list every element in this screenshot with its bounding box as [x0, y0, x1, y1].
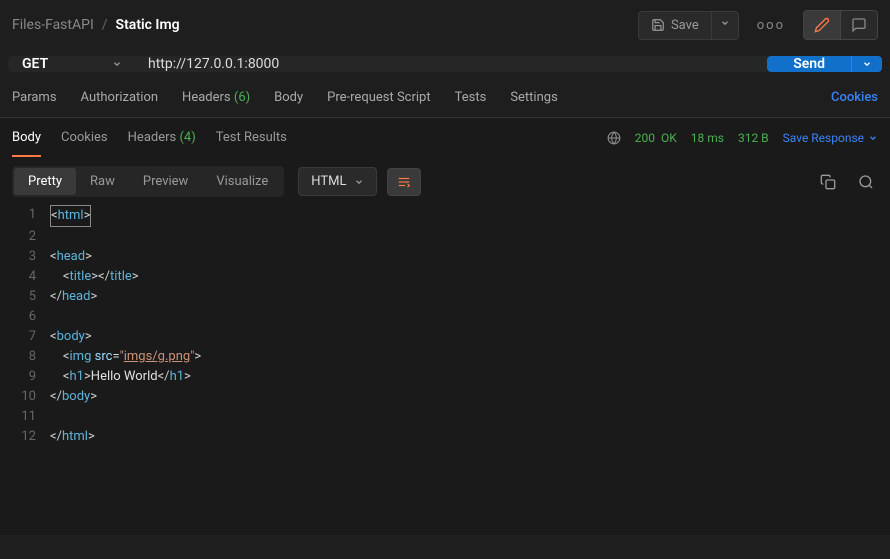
save-label: Save — [671, 18, 699, 33]
code-line: 4 <title></title> — [0, 267, 890, 287]
tab-prerequest[interactable]: Pre-request Script — [327, 90, 430, 105]
tab-body[interactable]: Body — [274, 90, 303, 105]
resp-tab-body[interactable]: Body — [12, 120, 41, 157]
response-time: 18 ms — [691, 131, 724, 145]
copy-button[interactable] — [816, 170, 840, 194]
format-select[interactable]: HTML — [298, 167, 377, 196]
method-value: GET — [22, 56, 48, 72]
tab-settings[interactable]: Settings — [510, 90, 557, 105]
comment-icon — [851, 17, 867, 33]
resp-tab-testresults[interactable]: Test Results — [216, 120, 287, 157]
edit-mode-button[interactable] — [804, 11, 841, 39]
more-button[interactable]: ooo — [747, 12, 795, 39]
http-method-select[interactable]: GET — [8, 56, 136, 72]
save-button[interactable]: Save — [638, 11, 712, 40]
chevron-down-icon — [720, 18, 730, 28]
cookies-link[interactable]: Cookies — [831, 90, 878, 105]
response-body[interactable]: 1<html>23<head>4 <title></title>5</head>… — [0, 205, 890, 535]
code-line: 2 — [0, 227, 890, 247]
save-dropdown[interactable] — [712, 11, 739, 40]
code-line: 6 — [0, 307, 890, 327]
search-button[interactable] — [854, 170, 878, 194]
chevron-down-icon — [868, 133, 878, 143]
chevron-down-icon — [112, 59, 122, 69]
save-response-button[interactable]: Save Response — [783, 131, 878, 145]
code-line: 12</html> — [0, 427, 890, 447]
code-line: 7<body> — [0, 327, 890, 347]
code-line: 11 — [0, 407, 890, 427]
code-line: 10</body> — [0, 387, 890, 407]
view-preview[interactable]: Preview — [129, 168, 202, 195]
breadcrumb-sep: / — [102, 17, 108, 33]
send-dropdown[interactable] — [851, 56, 882, 72]
wrap-lines-button[interactable] — [387, 168, 421, 196]
pencil-icon — [814, 17, 830, 33]
save-icon — [651, 18, 665, 32]
search-icon — [858, 174, 874, 190]
view-raw[interactable]: Raw — [76, 168, 129, 195]
code-line: 3<head> — [0, 247, 890, 267]
view-pretty[interactable]: Pretty — [14, 168, 76, 195]
globe-icon[interactable] — [607, 131, 621, 145]
send-button[interactable]: Send — [767, 56, 851, 72]
code-line: 8 <img src="imgs/g.png"> — [0, 347, 890, 367]
response-size: 312 B — [738, 131, 769, 145]
code-line: 5</head> — [0, 287, 890, 307]
tab-params[interactable]: Params — [12, 90, 57, 105]
wrap-icon — [397, 176, 411, 188]
chevron-down-icon — [862, 59, 872, 69]
status-code: 200 OK — [635, 131, 677, 145]
breadcrumb-collection[interactable]: Files-FastAPI — [12, 17, 94, 33]
copy-icon — [820, 174, 836, 190]
resp-tab-headers[interactable]: Headers (4) — [128, 120, 196, 157]
tab-headers[interactable]: Headers (6) — [182, 90, 250, 105]
url-input[interactable] — [136, 56, 767, 72]
breadcrumb-request[interactable]: Static Img — [116, 17, 180, 33]
resp-tab-cookies[interactable]: Cookies — [61, 120, 108, 157]
tab-authorization[interactable]: Authorization — [81, 90, 159, 105]
code-line: 9 <h1>Hello World</h1> — [0, 367, 890, 387]
chevron-down-icon — [354, 177, 364, 187]
tab-tests[interactable]: Tests — [455, 90, 487, 105]
view-visualize[interactable]: Visualize — [202, 168, 282, 195]
comment-button[interactable] — [841, 11, 877, 39]
format-value: HTML — [311, 174, 346, 189]
code-line: 1<html> — [0, 205, 890, 227]
breadcrumb: Files-FastAPI / Static Img — [12, 17, 180, 33]
